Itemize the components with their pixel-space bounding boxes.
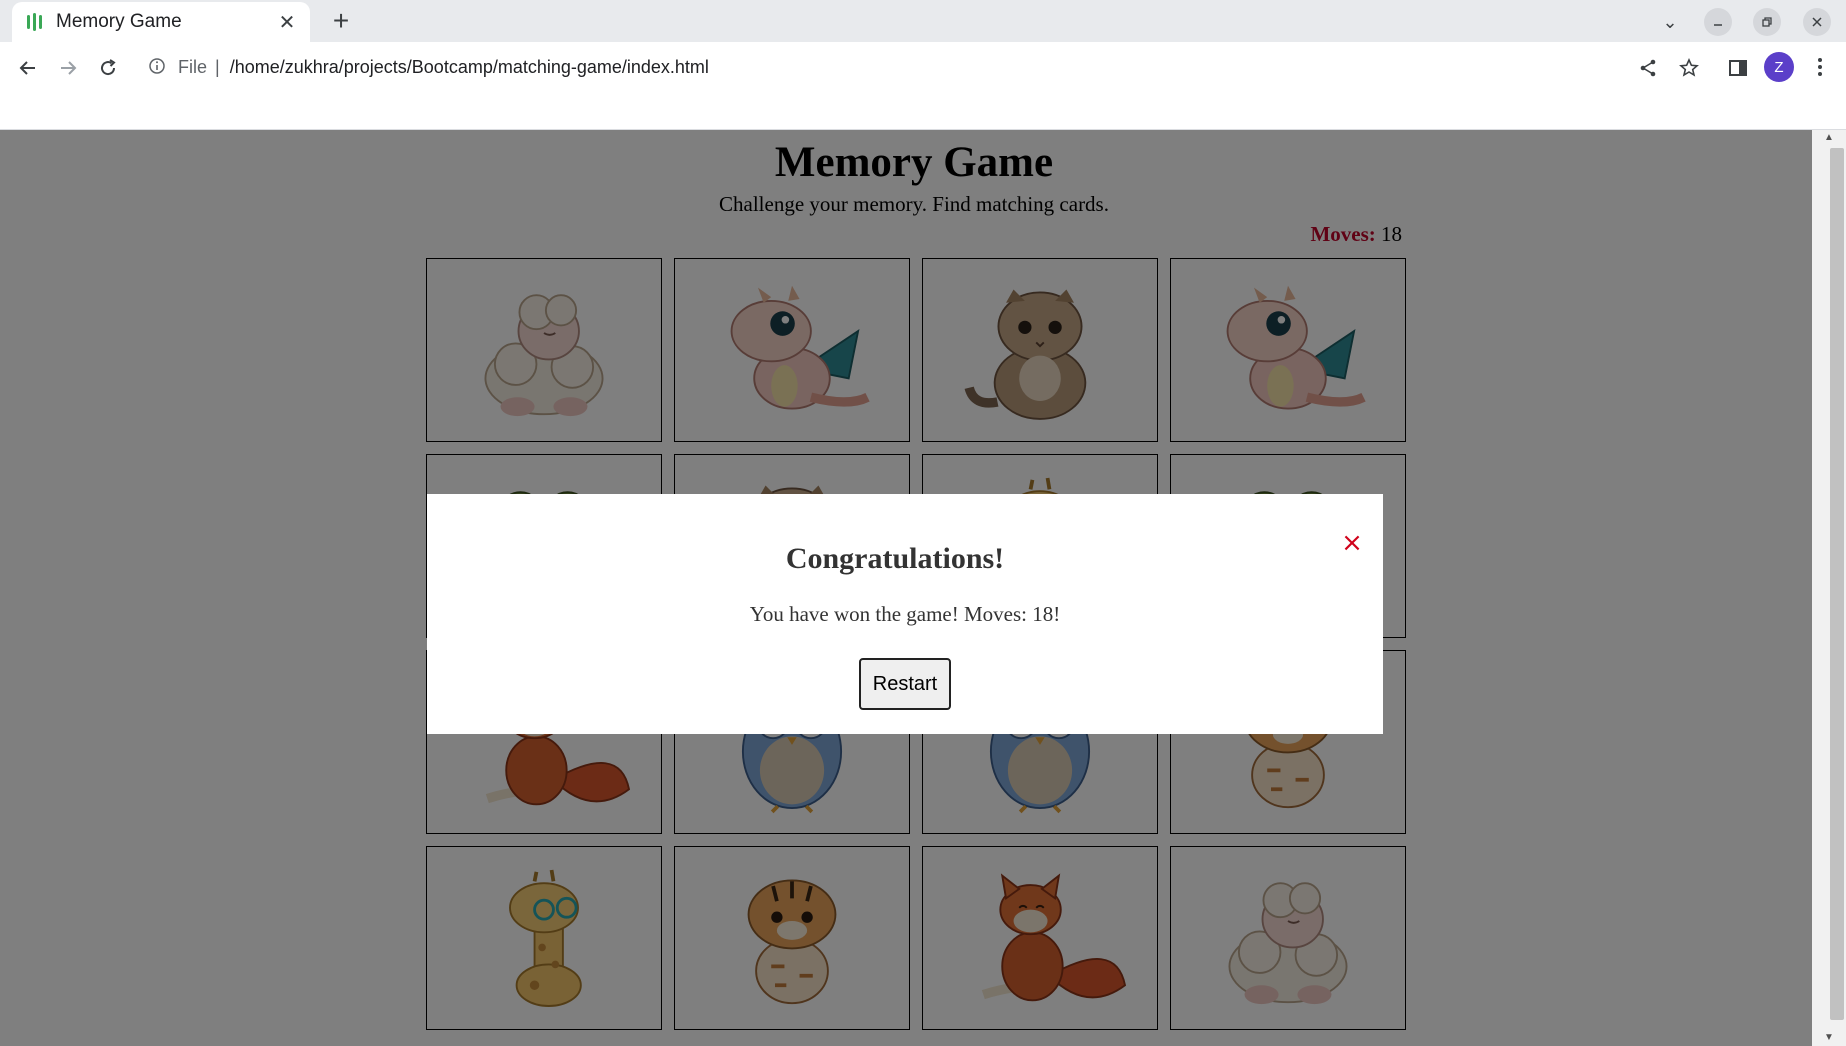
info-icon[interactable]: [148, 57, 168, 77]
share-icon[interactable]: [1634, 54, 1662, 82]
tab-close-icon[interactable]: ✕: [276, 11, 298, 34]
win-modal: × Congratulations! You have won the game…: [427, 494, 1383, 734]
tab-title: Memory Game: [56, 11, 182, 32]
modal-title: Congratulations!: [785, 542, 1005, 575]
scroll-thumb[interactable]: [1830, 148, 1844, 1020]
bookmark-bar: [0, 92, 1846, 130]
tab-strip: Memory Game ✕ + ⌄: [0, 0, 1846, 42]
restore-icon[interactable]: [1753, 8, 1781, 36]
scroll-down-arrow-icon[interactable]: ▼: [1812, 1030, 1846, 1046]
modal-message: You have won the game! Moves: 18!: [749, 602, 1061, 626]
tab-search-chevron-icon[interactable]: ⌄: [1656, 8, 1684, 36]
bookmark-star-icon[interactable]: [1675, 54, 1703, 82]
forward-icon[interactable]: [52, 52, 84, 84]
back-icon[interactable]: [12, 52, 44, 84]
kebab-menu-icon[interactable]: [1806, 52, 1834, 82]
scroll-up-arrow-icon[interactable]: ▲: [1812, 130, 1846, 146]
browser-toolbar: File | /home/zukhra/projects/Bootcamp/ma…: [0, 42, 1846, 92]
game-page: Memory Game Challenge your memory. Find …: [0, 130, 1812, 1046]
page-scrollbar[interactable]: ▲ ▼: [1812, 130, 1846, 1046]
close-window-icon[interactable]: [1803, 8, 1831, 36]
profile-avatar[interactable]: Z: [1764, 52, 1794, 82]
address-scheme: File: [178, 56, 208, 77]
new-tab-icon[interactable]: +: [326, 5, 356, 36]
favicon-icon: [24, 11, 46, 33]
browser-tab[interactable]: Memory Game ✕: [12, 2, 310, 42]
minimize-icon[interactable]: [1704, 8, 1732, 36]
address-separator: |: [215, 56, 220, 77]
page-viewport: Memory Game Challenge your memory. Find …: [0, 130, 1812, 1046]
reload-icon[interactable]: [92, 52, 124, 84]
address-url: /home/zukhra/projects/Bootcamp/matching-…: [229, 56, 709, 77]
address-bar[interactable]: File | /home/zukhra/projects/Bootcamp/ma…: [136, 49, 1636, 85]
restart-button[interactable]: Restart: [859, 658, 951, 710]
side-panel-icon[interactable]: [1724, 54, 1752, 82]
